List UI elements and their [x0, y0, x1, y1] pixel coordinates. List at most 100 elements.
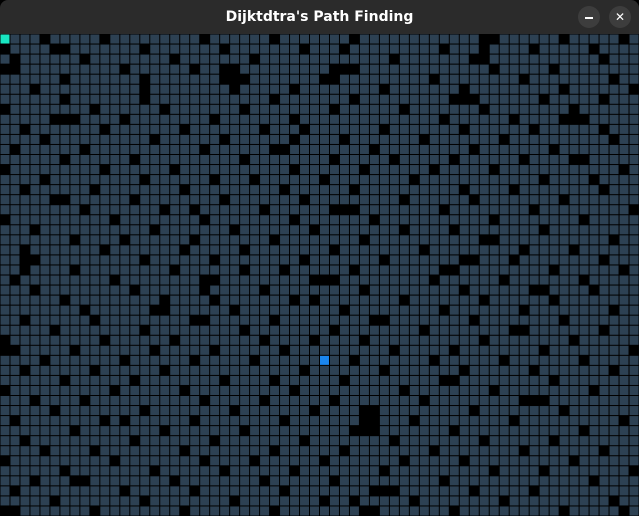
wall-cell[interactable]: [310, 406, 319, 416]
grid-cell[interactable]: [160, 195, 170, 205]
wall-cell[interactable]: [60, 155, 70, 165]
grid-cell[interactable]: [100, 345, 110, 355]
grid-cell[interactable]: [429, 476, 439, 486]
grid-cell[interactable]: [310, 94, 319, 104]
grid-cell[interactable]: [270, 285, 280, 295]
grid-cell[interactable]: [250, 325, 260, 335]
grid-cell[interactable]: [100, 74, 110, 84]
grid-cell[interactable]: [240, 315, 250, 325]
grid-cell[interactable]: [359, 84, 369, 94]
grid-cell[interactable]: [379, 375, 389, 385]
grid-cell[interactable]: [569, 385, 579, 395]
grid-cell[interactable]: [170, 155, 180, 165]
grid-cell[interactable]: [270, 275, 280, 285]
grid-cell[interactable]: [290, 355, 300, 365]
grid-cell[interactable]: [379, 396, 389, 406]
grid-cell[interactable]: [479, 84, 489, 94]
grid-cell[interactable]: [190, 406, 200, 416]
grid-cell[interactable]: [190, 476, 200, 486]
grid-cell[interactable]: [20, 155, 30, 165]
grid-cell[interactable]: [589, 486, 599, 496]
wall-cell[interactable]: [190, 315, 200, 325]
grid-cell[interactable]: [389, 185, 399, 195]
wall-cell[interactable]: [409, 416, 419, 426]
grid-cell[interactable]: [549, 345, 559, 355]
grid-cell[interactable]: [240, 64, 250, 74]
grid-cell[interactable]: [220, 325, 230, 335]
grid-cell[interactable]: [449, 205, 459, 215]
grid-cell[interactable]: [100, 315, 110, 325]
grid-cell[interactable]: [250, 235, 260, 245]
grid-cell[interactable]: [419, 496, 429, 506]
grid-cell[interactable]: [589, 205, 599, 215]
wall-cell[interactable]: [160, 426, 170, 436]
grid-cell[interactable]: [30, 496, 40, 506]
grid-cell[interactable]: [110, 155, 120, 165]
grid-cell[interactable]: [429, 325, 439, 335]
grid-cell[interactable]: [230, 355, 240, 365]
grid-cell[interactable]: [60, 486, 70, 496]
wall-cell[interactable]: [419, 134, 429, 144]
grid-cell[interactable]: [30, 385, 40, 395]
grid-cell[interactable]: [409, 315, 419, 325]
grid-cell[interactable]: [559, 175, 569, 185]
grid-cell[interactable]: [30, 175, 40, 185]
grid-cell[interactable]: [290, 416, 300, 426]
grid-cell[interactable]: [50, 355, 60, 365]
grid-cell[interactable]: [40, 155, 50, 165]
grid-cell[interactable]: [90, 195, 100, 205]
grid-cell[interactable]: [180, 436, 190, 446]
grid-cell[interactable]: [589, 365, 599, 375]
grid-cell[interactable]: [339, 114, 349, 124]
grid-cell[interactable]: [230, 185, 240, 195]
grid-cell[interactable]: [250, 215, 260, 225]
grid-cell[interactable]: [270, 416, 280, 426]
wall-cell[interactable]: [30, 285, 40, 295]
grid-cell[interactable]: [310, 436, 319, 446]
grid-cell[interactable]: [290, 195, 300, 205]
wall-cell[interactable]: [629, 84, 639, 94]
grid-cell[interactable]: [70, 335, 80, 345]
grid-cell[interactable]: [559, 325, 569, 335]
grid-cell[interactable]: [10, 285, 20, 295]
wall-cell[interactable]: [0, 345, 10, 355]
grid-cell[interactable]: [449, 285, 459, 295]
wall-cell[interactable]: [100, 335, 110, 345]
grid-cell[interactable]: [439, 235, 449, 245]
grid-cell[interactable]: [10, 375, 20, 385]
grid-cell[interactable]: [110, 476, 120, 486]
grid-cell[interactable]: [230, 134, 240, 144]
grid-cell[interactable]: [409, 44, 419, 54]
grid-cell[interactable]: [359, 325, 369, 335]
grid-cell[interactable]: [320, 426, 329, 436]
grid-cell[interactable]: [619, 275, 629, 285]
grid-cell[interactable]: [320, 84, 329, 94]
grid-cell[interactable]: [499, 426, 509, 436]
grid-cell[interactable]: [0, 365, 10, 375]
grid-cell[interactable]: [280, 496, 290, 506]
grid-cell[interactable]: [499, 205, 509, 215]
grid-cell[interactable]: [120, 255, 130, 265]
grid-cell[interactable]: [210, 64, 220, 74]
grid-cell[interactable]: [419, 155, 429, 165]
grid-cell[interactable]: [429, 104, 439, 114]
grid-cell[interactable]: [60, 416, 70, 426]
grid-cell[interactable]: [170, 355, 180, 365]
grid-cell[interactable]: [509, 466, 519, 476]
grid-cell[interactable]: [80, 456, 90, 466]
grid-cell[interactable]: [280, 385, 290, 395]
grid-cell[interactable]: [200, 476, 210, 486]
grid-cell[interactable]: [230, 396, 240, 406]
wall-cell[interactable]: [549, 144, 559, 154]
grid-cell[interactable]: [30, 165, 40, 175]
grid-cell[interactable]: [20, 285, 30, 295]
grid-cell[interactable]: [409, 406, 419, 416]
grid-cell[interactable]: [0, 406, 10, 416]
grid-cell[interactable]: [90, 345, 100, 355]
grid-cell[interactable]: [509, 315, 519, 325]
grid-cell[interactable]: [280, 456, 290, 466]
grid-cell[interactable]: [130, 114, 140, 124]
grid-cell[interactable]: [389, 305, 399, 315]
grid-cell[interactable]: [359, 355, 369, 365]
wall-cell[interactable]: [469, 94, 479, 104]
